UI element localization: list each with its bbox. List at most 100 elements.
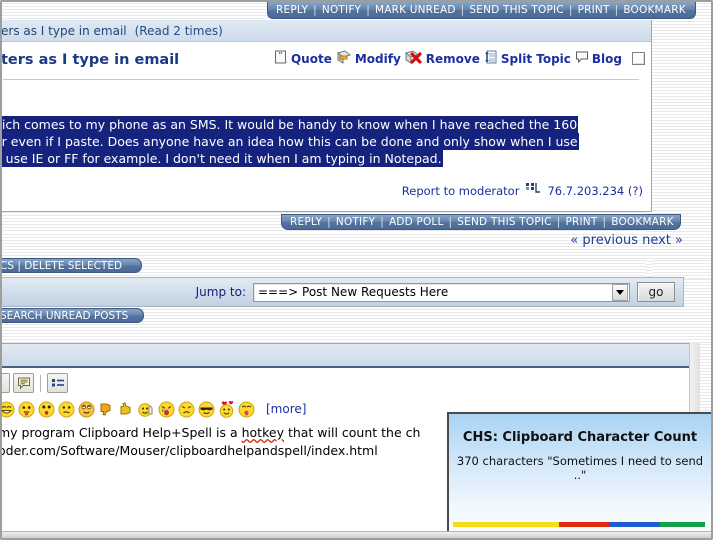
topbar-mark-unread[interactable]: MARK UNREAD <box>375 4 456 16</box>
blog-icon <box>575 50 589 67</box>
topbar-notify[interactable]: NOTIFY <box>322 4 361 16</box>
split-topic-icon <box>484 50 498 67</box>
post-panel: ers as I type in email (Read 2 times) te… <box>0 20 652 212</box>
background-texture-row <box>653 259 713 279</box>
editor-body-pre: my program Clipboard Help+Spell is a <box>0 425 242 440</box>
page-title: ters as I type in email <box>1 52 180 68</box>
more-smileys-link[interactable]: [more] <box>266 402 306 416</box>
chs-popup-color-bar <box>453 522 705 527</box>
chs-popup[interactable]: CHS: Clipboard Character Count 370 chara… <box>447 412 713 534</box>
chs-bar-segment <box>609 522 660 527</box>
smiley-thumbsup[interactable] <box>118 401 135 418</box>
topbar-sep-2: | <box>366 4 370 16</box>
network-trace-icon <box>525 182 541 199</box>
blog-label[interactable]: Blog <box>592 52 622 66</box>
topic-action-bar-top[interactable]: REPLY | NOTIFY | MARK UNREAD | SEND THIS… <box>267 2 696 19</box>
post-read-count: (Read 2 times) <box>134 23 223 38</box>
bottombar-send-this-topic[interactable]: SEND THIS TOPIC <box>457 216 551 228</box>
post-divider <box>3 79 639 80</box>
smiley-sad[interactable] <box>178 401 195 418</box>
modify-icon <box>336 50 352 67</box>
chs-bar-segment <box>558 522 610 527</box>
window-bottom-strip <box>2 531 711 538</box>
background-texture-top <box>0 0 267 19</box>
jump-to-label: Jump to: <box>195 285 246 299</box>
bullet-list-icon[interactable] <box>47 373 68 393</box>
bottombar-sep-5: | <box>602 216 607 228</box>
poster-ip-address[interactable]: 76.7.203.234 (?) <box>547 184 643 198</box>
tab-delete-selected[interactable]: CS | DELETE SELECTED <box>0 258 142 273</box>
bottombar-print[interactable]: PRINT <box>565 216 597 228</box>
smiley-grin[interactable] <box>0 401 15 418</box>
post-body-line: or even if I paste. Does anyone have an … <box>0 133 579 150</box>
bottombar-notify[interactable]: NOTIFY <box>336 216 375 228</box>
chs-popup-detail: 370 characters "Sometimes I need to send… <box>456 454 704 482</box>
bottombar-sep-2: | <box>380 216 384 228</box>
smiley-tongue[interactable] <box>18 401 35 418</box>
topbar-bookmark[interactable]: BOOKMARK <box>623 4 685 16</box>
remove-label[interactable]: Remove <box>426 52 480 66</box>
go-button[interactable]: go <box>637 282 675 302</box>
tab-search-unread[interactable]: SEARCH UNREAD POSTS <box>0 308 144 323</box>
bottombar-sep-3: | <box>448 216 453 228</box>
smiley-thumbsdown[interactable] <box>98 401 115 418</box>
bottombar-sep-4: | <box>556 216 561 228</box>
toolbar-divider <box>40 374 41 392</box>
forum-page: REPLY | NOTIFY | MARK UNREAD | SEND THIS… <box>0 0 713 540</box>
tab-delete-selected-label: CS | DELETE SELECTED <box>0 259 123 272</box>
bottombar-reply[interactable]: REPLY <box>290 216 322 228</box>
topbar-print[interactable]: PRINT <box>578 4 610 16</box>
post-actions[interactable]: " Quote Modify Remove Split Topic Blog <box>274 50 645 67</box>
split-topic-action[interactable]: Split Topic <box>484 50 571 67</box>
smiley-rolleyes[interactable] <box>78 401 95 418</box>
bottombar-add-poll[interactable]: ADD POLL <box>389 216 444 228</box>
post-subject-bar: ers as I type in email (Read 2 times) <box>0 20 651 42</box>
topbar-sep-3: | <box>460 4 465 16</box>
post-body-line: hich comes to my phone as an SMS. It wou… <box>0 116 579 133</box>
modify-action[interactable]: Modify <box>336 50 401 67</box>
topic-action-bar-bottom[interactable]: REPLY | NOTIFY | ADD POLL | SEND THIS TO… <box>281 214 681 230</box>
editor-header-bar <box>0 344 691 368</box>
smiley-tongue2[interactable] <box>238 401 255 418</box>
tab-search-unread-label: SEARCH UNREAD POSTS <box>0 309 129 322</box>
remove-icon <box>404 50 423 67</box>
bottombar-sep-1: | <box>327 216 331 228</box>
jump-to-select[interactable]: ===> Post New Requests Here <box>253 282 630 302</box>
insert-quote-icon[interactable] <box>13 373 34 393</box>
editor-toolbar[interactable] <box>0 371 691 395</box>
chs-bar-segment <box>659 522 705 527</box>
jump-to-row: Jump to: ===> Post New Requests Here go <box>0 277 684 307</box>
post-select-checkbox[interactable] <box>632 52 645 65</box>
pagination[interactable]: « previous next » <box>570 233 683 248</box>
smiley-cool[interactable] <box>198 401 215 418</box>
bottombar-bookmark[interactable]: BOOKMARK <box>611 216 673 228</box>
next-link[interactable]: next » <box>642 233 683 248</box>
smiley-ok-hand[interactable] <box>138 401 155 418</box>
previous-link[interactable]: « previous <box>570 233 638 248</box>
topbar-send-this-topic[interactable]: SEND THIS TOPIC <box>469 4 563 16</box>
blog-action[interactable]: Blog <box>575 50 622 67</box>
quote-action[interactable]: " Quote <box>274 50 332 67</box>
smiley-cry[interactable] <box>158 401 175 418</box>
topbar-sep-1: | <box>313 4 317 16</box>
report-to-moderator-link[interactable]: Report to moderator <box>402 184 520 198</box>
jump-to-selected-value: ===> Post New Requests Here <box>258 285 449 299</box>
quote-label[interactable]: Quote <box>291 52 332 66</box>
modify-label[interactable]: Modify <box>355 52 401 66</box>
smiley-shocked[interactable] <box>38 401 55 418</box>
smiley-inlove[interactable] <box>218 400 235 418</box>
svg-text:": " <box>279 51 283 60</box>
topbar-sep-4: | <box>568 4 573 16</box>
post-subject-text: ers as I type in email <box>1 23 127 38</box>
spellcheck-word: hotkey <box>241 425 284 440</box>
topbar-reply[interactable]: REPLY <box>276 4 308 16</box>
toolbar-partial-button[interactable] <box>0 373 10 393</box>
report-line[interactable]: Report to moderator 76.7.203.234 (?) <box>402 182 643 199</box>
post-body: hich comes to my phone as an SMS. It wou… <box>0 116 651 167</box>
chevron-down-icon[interactable] <box>612 283 628 301</box>
smiley-thinking[interactable] <box>58 401 75 418</box>
split-topic-label[interactable]: Split Topic <box>501 52 571 66</box>
chs-popup-title: CHS: Clipboard Character Count <box>462 430 698 445</box>
remove-action[interactable]: Remove <box>404 50 480 67</box>
quote-icon: " <box>274 50 288 67</box>
